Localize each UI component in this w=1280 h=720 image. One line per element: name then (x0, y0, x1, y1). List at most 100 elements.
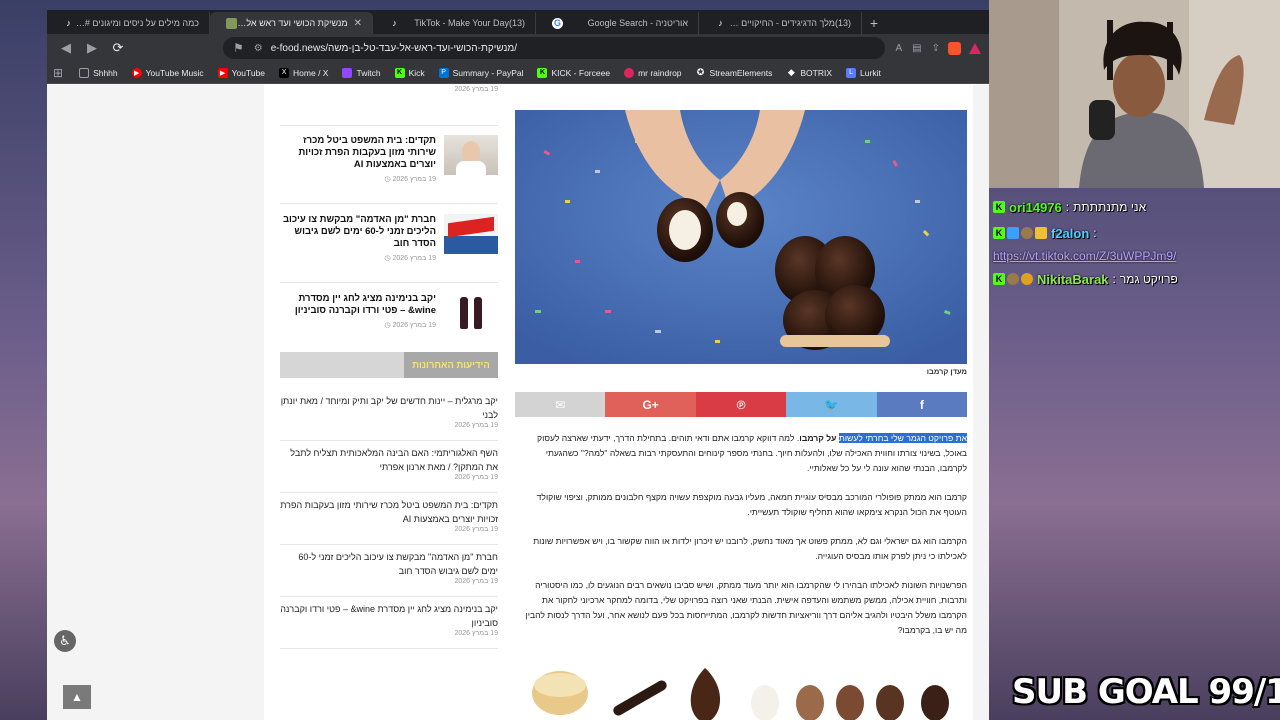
news-date: 19 במרץ 2026 (280, 321, 436, 329)
google-plus-share-button[interactable]: G+ (605, 392, 696, 417)
translate-icon[interactable]: A (895, 43, 902, 54)
article-paragraph[interactable]: הקרמבו הוא גם ישראלי וגם לא, ממתק פשוט א… (515, 534, 967, 564)
sidebar-news-card[interactable]: חברת "מן האדמה" מבקשת צו עיכוב הליכים זמ… (280, 214, 498, 262)
article-paragraph[interactable]: הפרשנויות השונות לאכילתו הבהירו לי שהקרמ… (515, 578, 967, 638)
tab-1[interactable]: מנשיקת הכושי ועד ראש אל עבד ✕ (210, 12, 373, 34)
bookmark-mr-raindrop[interactable]: mr raindrop (624, 67, 682, 78)
email-share-button[interactable]: ✉ (515, 392, 606, 417)
latest-news-item[interactable]: השף האלגוריתמי: האם הבינה המלאכותית תצלי… (280, 446, 498, 481)
back-icon[interactable]: ◀ (55, 37, 77, 59)
chat-username: ori14976 (1009, 199, 1062, 215)
raindrop-icon (624, 67, 635, 78)
lurkit-icon: L (846, 67, 857, 78)
chat-message: K f2alon : (989, 220, 1280, 246)
close-tab-icon[interactable]: ✕ (354, 18, 362, 29)
bookmarks-bar: ⊞ Shhhh ▶ YouTube Music ▶ YouTube X Home / … (47, 62, 989, 84)
sub-badge-icon (1007, 273, 1019, 285)
latest-news-tab[interactable]: הידיעות האחרונות (404, 352, 498, 378)
selected-text: את פרויקט הגמר שלי בחרתי לעשות (838, 433, 967, 443)
sidebar-news-card[interactable]: יקב בנימינה מציג לחג יין מסדרת wine& – פ… (280, 293, 498, 333)
latest-news-item[interactable]: תקדים: בית המשפט ביטל מכרז שירותי מזון ב… (280, 498, 498, 533)
accessibility-icon[interactable]: ♿ (54, 630, 76, 652)
news-thumbnail[interactable] (444, 214, 498, 254)
tiktok-icon: ♪ (718, 18, 723, 28)
tab-2[interactable]: ♪ (13)TikTok - Make Your Day (373, 12, 536, 34)
rewards-icon[interactable] (969, 42, 981, 54)
bookmark-x[interactable]: X Home / X (279, 67, 328, 78)
chat-message: K ori14976 : אני מתנתתתת (989, 194, 1280, 220)
youtube-icon: ▶ (217, 67, 228, 78)
bookmark-botrix[interactable]: ◆ BOTRIX (786, 67, 832, 78)
sub-badge-icon (1021, 227, 1033, 239)
news-title[interactable]: תקדים: בית המשפט ביטל מכרז שירותי מזון ב… (280, 135, 436, 171)
bookmark-shhhh[interactable]: Shhhh (79, 67, 118, 78)
tab-0[interactable]: ♪ כמה מילים על ניסים ומיגונים #שאלה (47, 12, 210, 34)
news-thumbnail[interactable] (444, 293, 498, 333)
x-icon: X (279, 67, 290, 78)
scroll-to-top-button[interactable]: ▲ (63, 685, 91, 709)
address-bar[interactable]: ⚑ ⚙ e-food.news/מנשיקת-הכושי-ועד-ראש-אל-… (223, 37, 886, 59)
news-title[interactable]: יקב בנימינה מציג לחג יין מסדרת wine& – פ… (280, 293, 436, 317)
new-tab-button[interactable]: + (862, 12, 886, 34)
latest-news-header: הידיעות האחרונות (280, 352, 498, 378)
tab-4[interactable]: ♪(13)מלך הדגיגידים - החיקויים הכי מצ (699, 12, 862, 34)
previous-card-date: 19 במרץ 2026 (454, 86, 498, 93)
news-thumbnail[interactable] (444, 135, 498, 175)
chat-message: https://vt.tiktok.com/Z/3uWPPJm9/ (989, 246, 1280, 266)
chevron-up-icon: ▲ (71, 690, 83, 704)
bookmark-youtube[interactable]: ▶ YouTube (217, 67, 265, 78)
facebook-share-button[interactable]: f (876, 392, 968, 417)
kick-badge-icon: K (993, 273, 1005, 285)
email-icon: ✉ (555, 397, 566, 412)
bookmark-youtube-music[interactable]: ▶ YouTube Music (131, 67, 204, 78)
apps-icon[interactable]: ⊞ (53, 66, 63, 80)
article-paragraph[interactable]: קרמבו הוא ממתק פופולרי המורכב מבסיס עוגי… (515, 490, 967, 520)
divider (280, 596, 498, 597)
tab-3[interactable]: G אוריטניה - Google Search (536, 12, 699, 34)
chat-separator: : (1065, 200, 1070, 214)
google-plus-icon: G+ (642, 397, 659, 412)
bookmark-kick-forceee[interactable]: K KICK - Forceee (537, 67, 610, 78)
page-viewport: 19 במרץ 2026 תקדים: בית המשפט ביטל מכרז … (47, 85, 989, 720)
share-icon[interactable]: ⇪ (932, 43, 940, 54)
brave-shield-icon[interactable] (948, 41, 961, 55)
bookmark-paypal[interactable]: P Summary - PayPal (438, 67, 523, 78)
tiktok-icon: ♪ (66, 18, 71, 28)
bookmark-icon[interactable]: ⚑ (233, 41, 244, 55)
twitter-icon: 🐦 (823, 397, 839, 412)
reader-mode-icon[interactable]: ▤ (912, 43, 921, 54)
article-body: את פרויקט הגמר שלי בחרתי לעשות על קרמבו.… (515, 431, 967, 652)
latest-news-item[interactable]: חברת "מן האדמה" מבקשת צו עיכוב הליכים זמ… (280, 550, 498, 585)
site-info-icon[interactable]: ⚙ (254, 43, 263, 54)
tiktok-icon: ♪ (392, 18, 397, 28)
krembo-variations-image (515, 663, 967, 720)
divider (280, 648, 498, 649)
news-date: 19 במרץ 2026 (280, 175, 436, 183)
forward-icon[interactable]: ▶ (81, 37, 103, 59)
gift-badge-icon (1007, 227, 1019, 239)
latest-news-item[interactable]: יקב מרגלית – יינות חדשים של יקב ותיק ומי… (280, 394, 498, 429)
chat-link[interactable]: https://vt.tiktok.com/Z/3uWPPJm9/ (993, 249, 1176, 263)
kick-badge-icon: K (993, 227, 1005, 239)
pinterest-share-button[interactable]: ℗ (695, 392, 787, 417)
botrix-icon: ◆ (787, 67, 795, 77)
coin-badge-icon (1021, 273, 1033, 285)
latest-news-item[interactable]: יקב בנימינה מציג לחג יין מסדרת wine& – פ… (280, 602, 498, 637)
bookmark-twitch[interactable]: Twitch (342, 67, 381, 78)
reload-icon[interactable]: ⟳ (107, 37, 129, 59)
bookmark-lurkit[interactable]: L Lurkit (846, 67, 881, 78)
divider (280, 544, 498, 545)
sidebar-news-card[interactable]: תקדים: בית המשפט ביטל מכרז שירותי מזון ב… (280, 135, 498, 183)
news-title[interactable]: חברת "מן האדמה" מבקשת צו עיכוב הליכים זמ… (280, 214, 436, 250)
article-hero-image (515, 110, 967, 364)
kick-badge-icon: K (993, 201, 1005, 213)
bookmark-streamelements[interactable]: ✪ StreamElements (696, 67, 773, 78)
streamelements-icon: ✪ (696, 67, 705, 77)
sub-goal-counter: SUB GOAL 99/100 (1012, 672, 1280, 712)
folder-icon (79, 67, 90, 78)
twitter-share-button[interactable]: 🐦 (786, 392, 877, 417)
chat-username: f2alon (1051, 225, 1090, 241)
facebook-icon: f (919, 397, 924, 412)
article-paragraph[interactable]: את פרויקט הגמר שלי בחרתי לעשות על קרמבו.… (515, 431, 967, 476)
bookmark-kick[interactable]: K Kick (394, 67, 425, 78)
